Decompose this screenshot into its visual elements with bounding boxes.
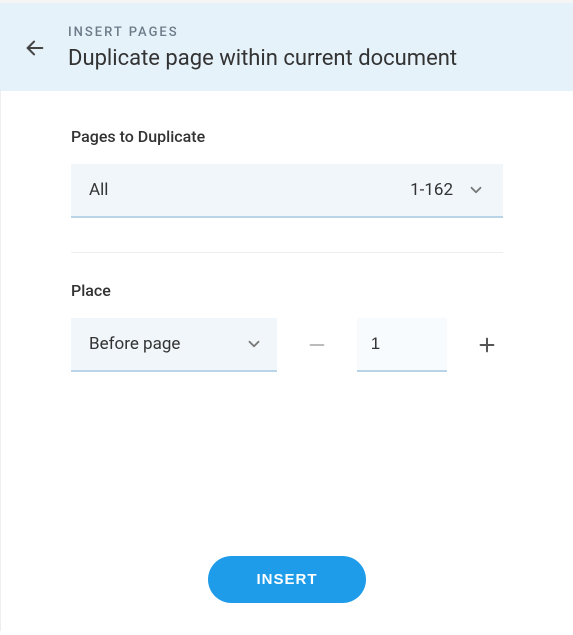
minus-icon <box>306 334 328 356</box>
chevron-down-icon <box>467 181 485 199</box>
place-label: Place <box>71 281 503 300</box>
page-number-input[interactable] <box>357 318 447 372</box>
plus-icon <box>476 334 498 356</box>
insert-button[interactable]: INSERT <box>208 556 365 603</box>
place-position-text: Before page <box>89 334 180 354</box>
decrement-button[interactable] <box>301 328 333 362</box>
header-eyebrow: INSERT PAGES <box>68 25 457 40</box>
pages-range-text: 1-162 <box>410 180 453 200</box>
divider <box>71 252 503 253</box>
dialog-header: INSERT PAGES Duplicate page within curre… <box>0 3 573 91</box>
chevron-down-icon <box>245 335 263 353</box>
back-button[interactable] <box>20 33 50 63</box>
arrow-left-icon <box>24 37 46 59</box>
pages-selector[interactable]: All 1-162 <box>71 164 503 218</box>
pages-to-duplicate-label: Pages to Duplicate <box>71 127 503 146</box>
increment-button[interactable] <box>471 328 503 362</box>
pages-selection-text: All <box>89 180 108 200</box>
place-position-selector[interactable]: Before page <box>71 318 277 372</box>
header-title: Duplicate page within current document <box>68 46 457 71</box>
